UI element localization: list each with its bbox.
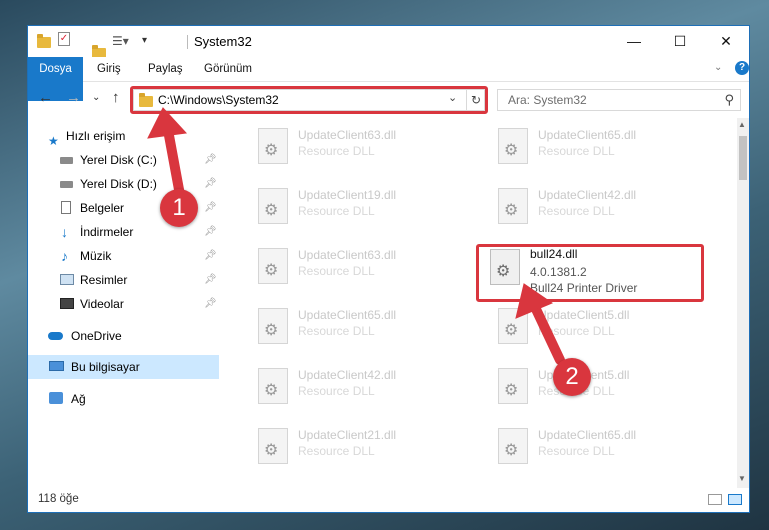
arrow-2-shaft	[530, 302, 565, 365]
arrow-1-head	[147, 107, 188, 139]
step-2-badge: 2	[553, 358, 591, 396]
arrow-1-shaft	[163, 125, 185, 200]
step-1-badge: 1	[160, 189, 198, 227]
annotation-arrows	[147, 107, 565, 365]
